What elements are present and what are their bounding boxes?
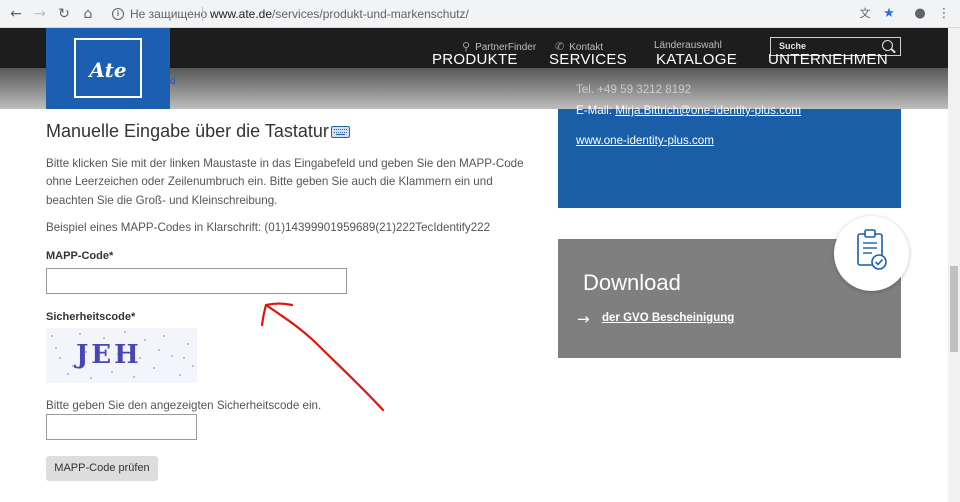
- email-label: E-Mail:: [576, 104, 613, 117]
- security-code-label: Sicherheitscode*: [46, 311, 136, 323]
- captcha-image: JEH: [46, 328, 197, 383]
- url-host: www.ate.de: [210, 7, 273, 21]
- captcha-text: JEH: [76, 340, 142, 370]
- account-icon[interactable]: ●: [910, 4, 930, 24]
- mapp-code-input[interactable]: [46, 268, 347, 294]
- logo-tail: d: [170, 76, 176, 87]
- contact-email-line: E-Mail: Mirja.Bittrich@one-identity-plus…: [576, 104, 801, 117]
- clipboard-check-icon: [857, 229, 887, 270]
- security-code-input[interactable]: [46, 414, 197, 440]
- site-header: ⚲ PartnerFinder ✆ Kontakt Länderauswahl Su…: [0, 28, 948, 109]
- separator: [202, 7, 203, 21]
- forward-icon[interactable]: →: [30, 4, 50, 24]
- nav-services[interactable]: SERVICES: [549, 51, 627, 68]
- address-bar[interactable]: i Не защищено www.ate.de/services/produk…: [104, 3, 904, 25]
- example-text: Beispiel eines MAPP-Codes in Klarschrift…: [46, 221, 491, 234]
- download-title: Download: [583, 270, 681, 295]
- nav-produkte[interactable]: PRODUKTE: [432, 51, 518, 68]
- nav-kataloge[interactable]: KATALOGE: [656, 51, 737, 68]
- home-icon[interactable]: ⌂: [78, 4, 98, 24]
- logo-frame: Ate: [74, 38, 142, 98]
- url-path: /services/produkt-und-markenschutz/: [272, 7, 469, 21]
- translate-icon[interactable]: 文: [855, 4, 875, 24]
- ate-logo[interactable]: Ate: [46, 28, 170, 109]
- website-line: www.one-identity-plus.com: [576, 134, 714, 147]
- browser-toolbar: ← → ↻ ⌂ i Не защищено www.ate.de/service…: [0, 0, 960, 28]
- instructions-text: Bitte klicken Sie mit der linken Maustas…: [46, 157, 524, 207]
- download-badge: [834, 216, 909, 291]
- page-scrollbar[interactable]: [948, 28, 960, 502]
- arrow-right-icon: →: [577, 310, 590, 328]
- search-placeholder: Suche: [779, 41, 807, 51]
- country-select[interactable]: Länderauswahl: [654, 40, 722, 51]
- not-secure-label: Не защищено: [130, 7, 208, 21]
- menu-icon[interactable]: ⋮: [934, 4, 954, 24]
- heading-text: Manuelle Eingabe über die Tastatur: [46, 121, 329, 141]
- check-mapp-code-button[interactable]: MAPP-Code prüfen: [46, 456, 158, 481]
- reload-icon[interactable]: ↻: [54, 4, 74, 24]
- back-icon[interactable]: ←: [6, 4, 26, 24]
- email-link[interactable]: Mirja.Bittrich@one-identity-plus.com: [615, 104, 801, 117]
- star-icon[interactable]: ★: [879, 4, 899, 24]
- contact-box: Tel. +49 59 3212 8192 E-Mail: Mirja.Bitt…: [558, 83, 901, 208]
- search-icon[interactable]: [882, 40, 893, 51]
- nav-unternehmen[interactable]: UNTERNEHMEN: [768, 51, 888, 68]
- mapp-code-label: MAPP-Code*: [46, 250, 114, 262]
- security-hint: Bitte geben Sie den angezeigten Sicherhe…: [46, 399, 322, 412]
- info-icon[interactable]: i: [112, 8, 124, 20]
- gvo-download-link[interactable]: der GVO Bescheinigung: [602, 312, 734, 324]
- contact-phone: Tel. +49 59 3212 8192: [576, 83, 692, 96]
- url-text[interactable]: www.ate.de/services/produkt-und-markensc…: [210, 3, 469, 25]
- logo-text: Ate: [89, 58, 127, 82]
- website-link[interactable]: www.one-identity-plus.com: [576, 134, 714, 147]
- page-heading: Manuelle Eingabe über die Tastatur: [46, 121, 350, 142]
- scrollbar-thumb[interactable]: [950, 266, 958, 352]
- country-label: Länderauswahl: [654, 40, 722, 51]
- keyboard-icon: [330, 126, 350, 138]
